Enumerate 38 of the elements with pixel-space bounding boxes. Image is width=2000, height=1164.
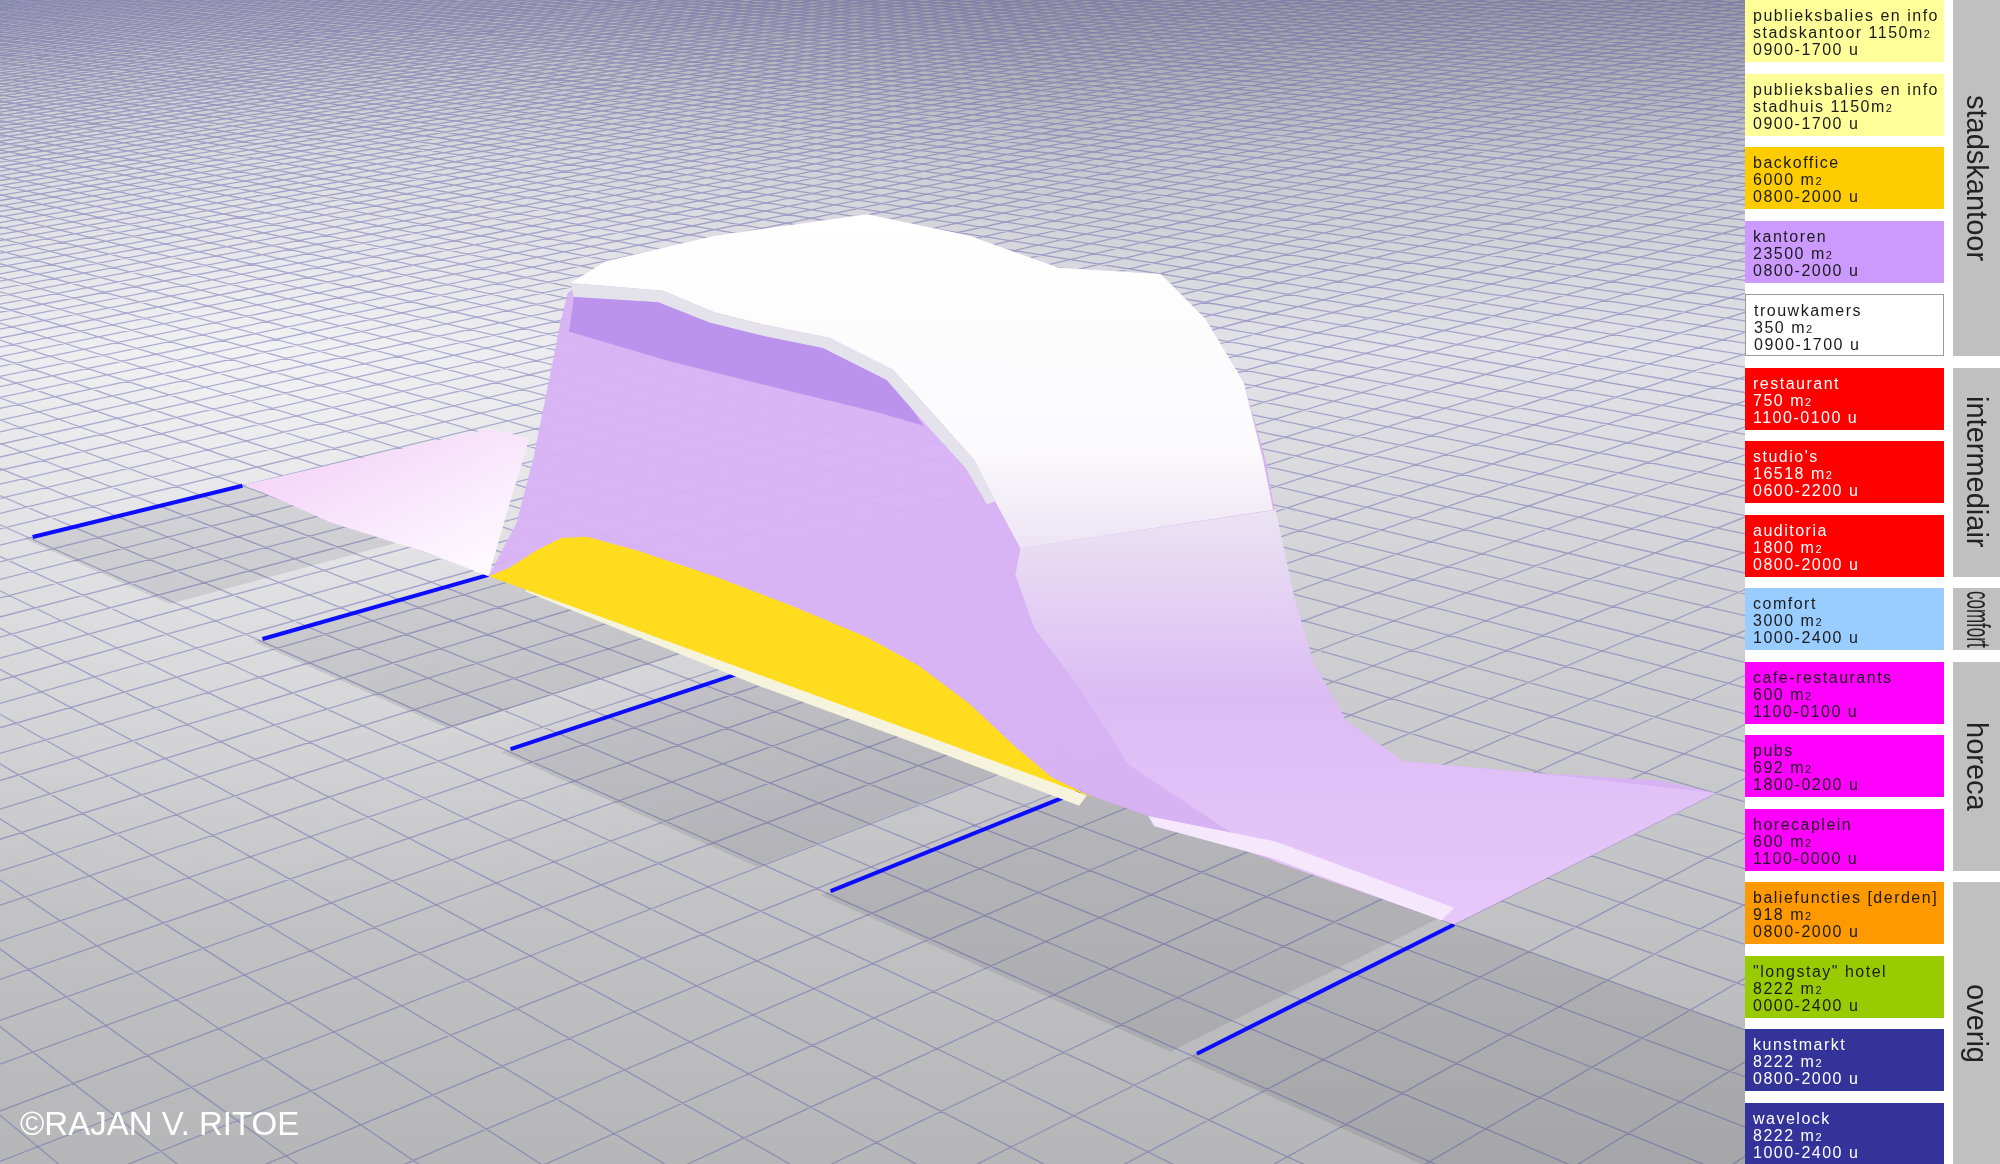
legend-text: 1800-0200 u (1753, 776, 1860, 793)
legend-text: publieksbalies en info (1753, 7, 1939, 24)
legend-text: 1000-2400 u (1753, 1143, 1860, 1161)
legend-text: 0600-2200 u (1753, 482, 1860, 499)
legend-text: publieksbalies en info (1753, 80, 1939, 98)
legend-text: 0900-1700 u (1754, 336, 1861, 353)
legend-text: kunstmarkt (1753, 1036, 1847, 1053)
category-label: comfort (1957, 590, 1997, 648)
legend-text: cafe-restaurants (1753, 668, 1893, 686)
legend-text: baliefuncties [derden] (1753, 889, 1939, 906)
copyright-credit: ©RAJAN V. RITOE (20, 1104, 300, 1144)
legend-text: trouwkamers (1754, 302, 1863, 319)
legend-text: 0800-2000 u (1753, 1070, 1860, 1087)
category-label: overig (1960, 983, 1993, 1063)
legend-text: pubs (1753, 742, 1794, 759)
legend-text: 0800-2000 u (1753, 923, 1860, 940)
legend-text: "longstay" hotel (1753, 962, 1888, 980)
legend-text: 0800-2000 u (1753, 188, 1860, 205)
legend-text: auditoria (1753, 521, 1828, 539)
legend-text: backoffice (1753, 154, 1840, 171)
legend-text: 1000-2400 u (1753, 629, 1860, 646)
legend-text: comfort (1753, 595, 1817, 612)
legend-text: horecaplein (1753, 815, 1853, 833)
legend-text: 1100-0000 u (1753, 849, 1859, 867)
legend-text: 0800-2000 u (1753, 555, 1860, 573)
category-label: intermediair (1960, 396, 1993, 548)
legend-text: studio's (1753, 448, 1819, 465)
legend-text: 0800-2000 u (1753, 261, 1860, 279)
legend-text: kantoren (1753, 227, 1828, 245)
legend-text: restaurant (1753, 374, 1841, 392)
legend-text: 1100-0100 u (1753, 702, 1859, 720)
category-label: horeca (1960, 721, 1993, 811)
legend-text: wavelock (1753, 1109, 1831, 1127)
legend-text: 1100-0100 u (1753, 408, 1859, 426)
legend-text: 0900-1700 u (1753, 41, 1860, 58)
legend-text: 0000-2400 u (1753, 996, 1860, 1014)
category-label: stadskantoor (1960, 94, 1993, 261)
legend-text: 0900-1700 u (1753, 114, 1860, 132)
